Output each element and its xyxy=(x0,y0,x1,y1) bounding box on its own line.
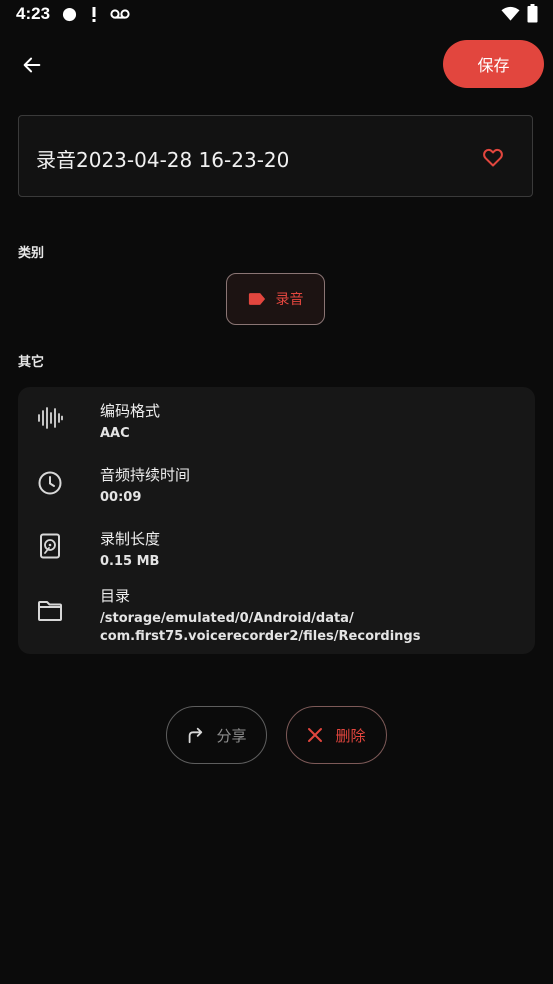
info-title-size: 录制长度 xyxy=(100,530,161,548)
recording-title-field[interactable]: 录音2023-04-28 16-23-20 xyxy=(18,115,533,197)
recording-title: 录音2023-04-28 16-23-20 xyxy=(36,148,290,172)
info-title-format: 编码格式 xyxy=(100,402,161,420)
folder-icon xyxy=(38,601,62,621)
circle-icon xyxy=(62,7,77,22)
info-title-duration: 音频持续时间 xyxy=(100,466,191,484)
status-bar: 4:23 xyxy=(0,0,553,30)
info-card: 编码格式 AAC 音频持续时间 00:09 录制长度 0.15 MB 目录 /s… xyxy=(18,387,535,654)
info-value-duration: 00:09 xyxy=(100,490,142,505)
voicemail-icon xyxy=(110,9,130,19)
delete-label: 删除 xyxy=(335,726,366,745)
heart-outline-icon[interactable] xyxy=(481,145,505,169)
category-section-label: 类别 xyxy=(18,246,45,261)
category-chip[interactable]: 录音 xyxy=(226,273,325,325)
recording-detail-screen: 4:23 保存 录音2023-04-28 16-23-20 类别 录音 其它 编… xyxy=(0,0,553,984)
info-value-directory-line2: com.first75.voicerecorder2/files/Recordi… xyxy=(100,629,421,644)
other-section-label: 其它 xyxy=(18,355,45,370)
alert-icon xyxy=(92,7,96,22)
info-value-size: 0.15 MB xyxy=(100,554,160,569)
category-chip-label: 录音 xyxy=(275,292,304,308)
delete-button[interactable]: 删除 xyxy=(286,706,387,764)
storage-icon xyxy=(40,533,60,559)
back-button[interactable] xyxy=(14,48,50,82)
share-button[interactable]: 分享 xyxy=(166,706,267,764)
waveform-icon xyxy=(38,407,63,429)
status-time: 4:23 xyxy=(16,4,51,23)
arrow-left-icon xyxy=(23,57,41,73)
info-value-directory-line1: /storage/emulated/0/Android/data/ xyxy=(100,611,354,626)
clock-icon xyxy=(38,471,62,495)
close-icon xyxy=(308,728,323,742)
info-title-directory: 目录 xyxy=(100,587,131,605)
info-value-format: AAC xyxy=(100,426,130,441)
battery-icon xyxy=(527,4,538,23)
save-button[interactable]: 保存 xyxy=(443,40,544,88)
wifi-icon xyxy=(501,6,520,21)
label-tag-icon xyxy=(248,293,265,305)
share-arrow-icon xyxy=(189,727,203,744)
share-label: 分享 xyxy=(216,726,247,745)
